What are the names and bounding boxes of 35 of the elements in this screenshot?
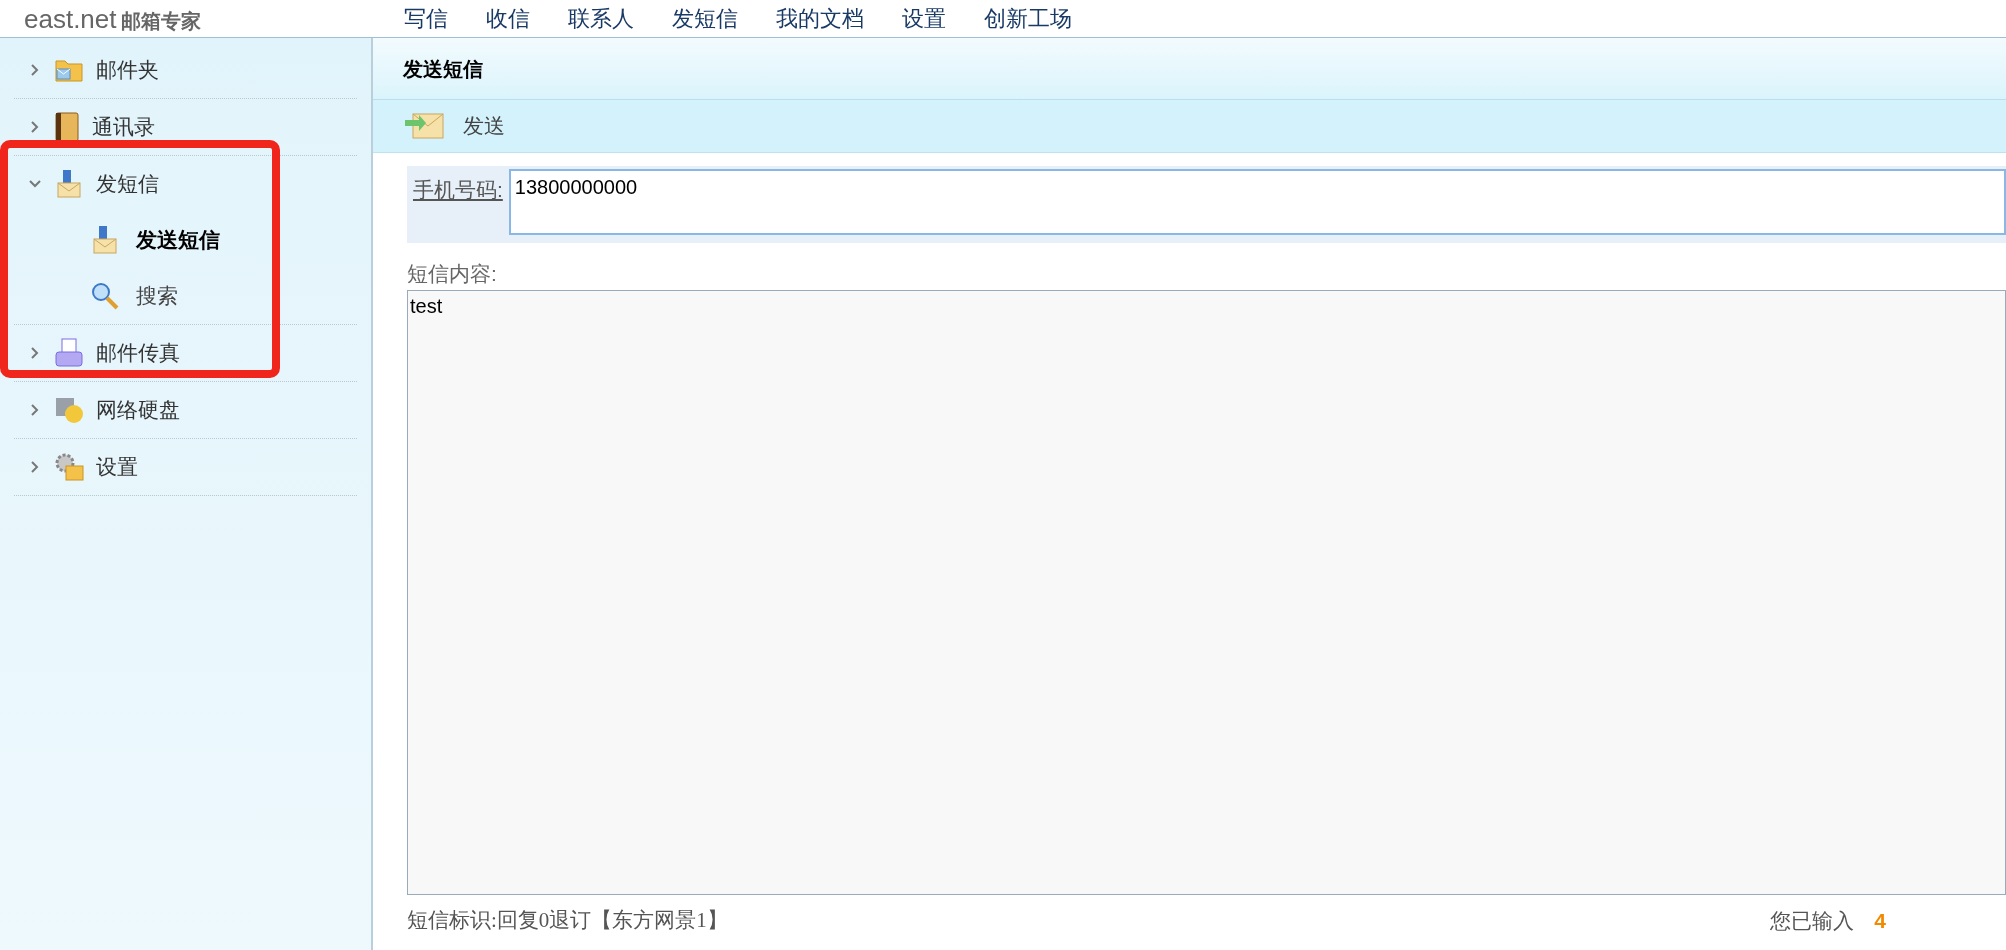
sidebar-item[interactable]: 通讯录 xyxy=(14,99,357,155)
sidebar-item[interactable]: 邮件传真 xyxy=(14,325,357,381)
sidebar-item[interactable]: 网络硬盘 xyxy=(14,382,357,438)
mail-folder-icon xyxy=(54,57,84,83)
envelope-arrow-icon xyxy=(403,110,447,142)
phone-envelope-icon xyxy=(90,225,120,255)
send-button[interactable]: 发送 xyxy=(403,110,505,142)
sidebar-item[interactable]: 设置 xyxy=(14,439,357,495)
drive-icon xyxy=(54,396,84,424)
nav-link[interactable]: 设置 xyxy=(902,2,946,35)
content-label: 短信内容: xyxy=(407,261,498,287)
phone-input-field[interactable]: 13800000000 xyxy=(508,169,2006,235)
sidebar-subitem[interactable]: 发送短信 xyxy=(14,212,357,268)
search-icon xyxy=(90,281,120,311)
address-book-icon xyxy=(54,112,80,142)
signature-text: 短信标识:回复0退订【东方网景1】 xyxy=(407,906,728,934)
nav-link[interactable]: 写信 xyxy=(404,2,448,35)
sidebar-item[interactable]: 邮件夹 xyxy=(14,42,357,98)
nav-link[interactable]: 收信 xyxy=(486,2,530,35)
page-title: 发送短信 xyxy=(403,56,483,82)
printer-icon xyxy=(54,338,84,368)
sidebar-item[interactable]: 发短信 xyxy=(14,156,357,212)
nav-link[interactable]: 发短信 xyxy=(672,2,738,35)
nav-link[interactable]: 创新工场 xyxy=(984,2,1072,35)
count-label: 您已输入 xyxy=(1770,907,1855,934)
logo-tagline: 邮箱专家 xyxy=(120,10,201,31)
character-count: 4 xyxy=(1874,907,1886,934)
message-text-area[interactable]: test xyxy=(407,289,2006,895)
logo-brand: east.net xyxy=(24,5,117,32)
phone-label: 手机号码: xyxy=(412,177,504,203)
nav-link[interactable]: 联系人 xyxy=(568,2,634,35)
nav-link[interactable]: 我的文档 xyxy=(776,2,864,35)
phone-envelope-icon xyxy=(54,169,84,199)
sidebar-subitem[interactable]: 搜索 xyxy=(14,268,357,324)
gear-folder-icon xyxy=(54,452,84,482)
